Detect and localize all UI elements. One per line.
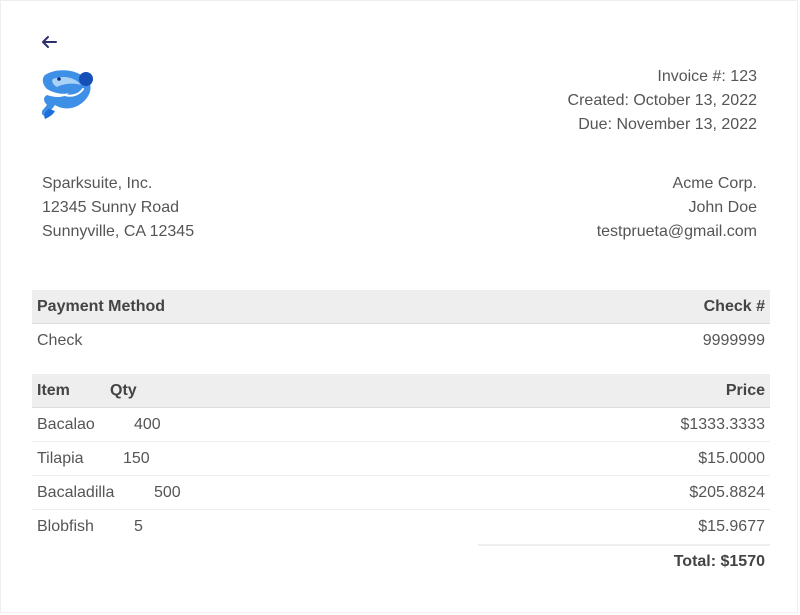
price-header: Price xyxy=(725,382,765,399)
items-heading-row: Item Qty Price xyxy=(32,374,770,408)
item-price: $15.0000 xyxy=(698,450,765,467)
item-qty: 500 xyxy=(154,484,181,501)
item-price: $1333.3333 xyxy=(680,416,765,433)
sender-address: Sparksuite, Inc. 12345 Sunny Road Sunnyv… xyxy=(42,172,194,244)
item-price: $205.8824 xyxy=(689,484,765,501)
recipient-email: testprueta@gmail.com xyxy=(596,223,757,240)
item-header: Item xyxy=(37,382,70,399)
created-date: Created: October 13, 2022 xyxy=(567,92,757,109)
table-row: Bacalao 400 $1333.3333 xyxy=(32,408,770,442)
arrow-left-icon[interactable] xyxy=(40,34,58,50)
recipient-address: Acme Corp. John Doe testprueta@gmail.com xyxy=(597,172,757,244)
item-name: Tilapia xyxy=(37,450,84,467)
invoice-meta: Invoice #: 123 Created: October 13, 2022… xyxy=(568,65,757,137)
payment-method: Check xyxy=(37,332,83,349)
sender-street: 12345 Sunny Road xyxy=(42,199,179,216)
item-name: Blobfish xyxy=(37,518,94,535)
invoice-box: Invoice #: 123 Created: October 13, 2022… xyxy=(0,0,798,613)
table-row: Bacaladilla 500 $205.8824 xyxy=(32,476,770,510)
qty-header: Qty xyxy=(110,382,137,399)
invoice-number: Invoice #: 123 xyxy=(657,68,757,85)
item-qty: 150 xyxy=(123,450,150,467)
recipient-company: Acme Corp. xyxy=(672,175,757,192)
item-qty: 400 xyxy=(134,416,161,433)
recipient-name: John Doe xyxy=(688,199,758,216)
payment-details-row: Check 9999999 xyxy=(32,324,770,358)
sender-company: Sparksuite, Inc. xyxy=(42,175,153,192)
payment-heading-row: Payment Method Check # xyxy=(32,290,770,324)
item-price: $15.9677 xyxy=(698,518,765,535)
check-number-header: Check # xyxy=(703,298,765,315)
item-name: Bacaladilla xyxy=(37,484,115,501)
payment-method-header: Payment Method xyxy=(37,298,166,315)
payment-table: Payment Method Check # Check 9999999 xyxy=(32,290,770,358)
sender-city: Sunnyville, CA 12345 xyxy=(42,223,195,240)
fish-logo-icon xyxy=(41,70,93,119)
check-number: 9999999 xyxy=(702,332,765,349)
total-row: Total: $1570 xyxy=(32,544,770,578)
table-row: Tilapia 150 $15.0000 xyxy=(32,442,770,476)
items-table: Item Qty Price Bacalao 400 $1333.3333 Ti… xyxy=(32,374,770,578)
due-date: Due: November 13, 2022 xyxy=(578,116,757,133)
item-name: Bacalao xyxy=(37,416,95,433)
table-row: Blobfish 5 $15.9677 xyxy=(32,510,770,544)
invoice-total: Total: $1570 xyxy=(673,553,765,570)
item-qty: 5 xyxy=(134,518,143,535)
